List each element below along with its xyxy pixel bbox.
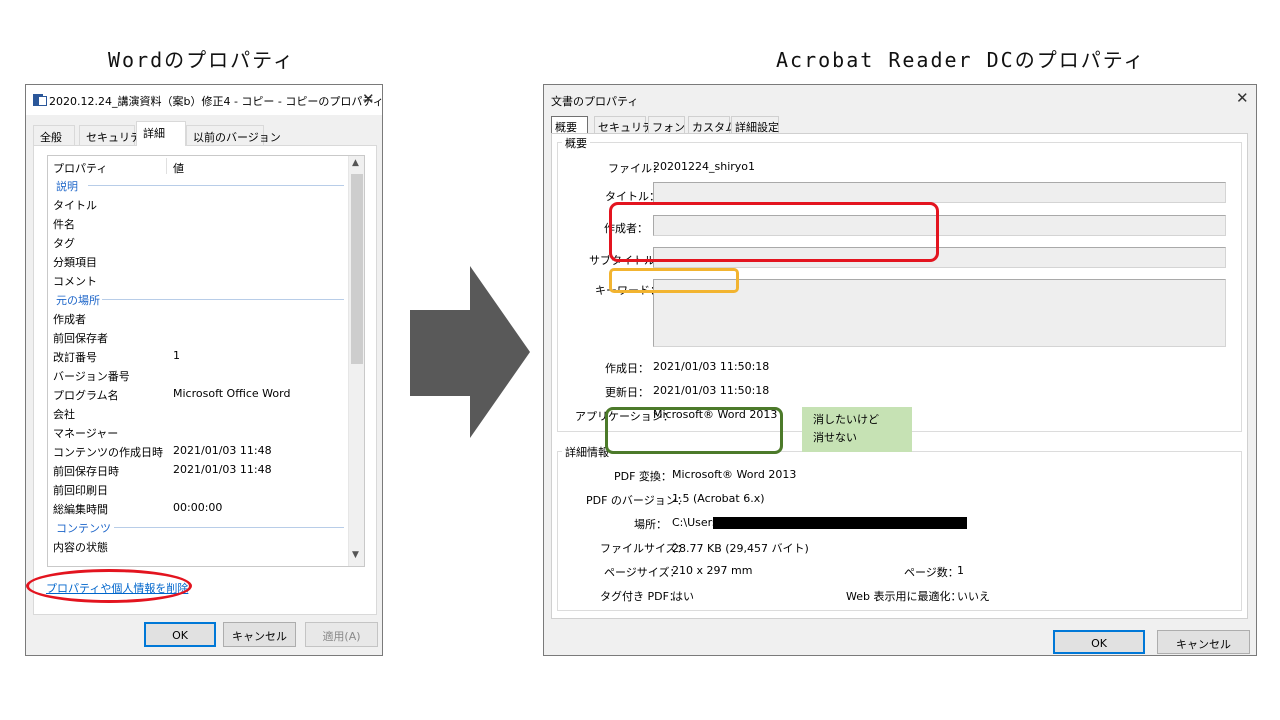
table-row[interactable]: マネージャー (48, 422, 348, 441)
modified-value: 2021/01/03 11:50:18 (653, 384, 770, 397)
table-row[interactable]: タグ (48, 232, 348, 251)
column-header-value[interactable]: 値 (173, 160, 184, 176)
producer-value: Microsoft® Word 2013 (672, 468, 797, 481)
tab-security[interactable]: セキュリティ (79, 125, 151, 145)
group-content: コンテンツ (48, 517, 348, 536)
arrow-right-icon (410, 266, 530, 438)
word-dialog-title: 2020.12.24_講演資料（案b）修正4 - コピー - コピーのプロパティ (49, 95, 384, 108)
table-row[interactable]: コメント (48, 270, 348, 289)
table-row[interactable]: 前回保存日時 2021/01/03 11:48 (48, 460, 348, 479)
acrobat-caption: Acrobat Reader DCのプロパティ (776, 48, 1146, 72)
chevron-down-icon[interactable]: ▼ (352, 550, 359, 560)
scrollbar-thumb[interactable] (351, 174, 363, 364)
group-divider (102, 299, 344, 300)
property-list-header: プロパティ 値 (48, 156, 348, 176)
tab-advanced[interactable]: 詳細設定 (731, 116, 779, 134)
vertical-scrollbar[interactable]: ▲ ▼ (348, 156, 364, 566)
table-row[interactable]: バージョン番号 (48, 365, 348, 384)
page-size-value: 210 x 297 mm (672, 564, 753, 577)
table-row[interactable]: プログラム名 Microsoft Office Word (48, 384, 348, 403)
apply-button[interactable]: 適用(A) (305, 622, 378, 647)
modified-label: 更新日： (605, 386, 649, 399)
page-count-value: 1 (957, 564, 964, 577)
note-line-1: 消したいけど (813, 413, 879, 426)
group-origin: 元の場所 (48, 289, 348, 308)
page-size-label: ページサイズ： (604, 566, 681, 579)
column-divider (166, 158, 167, 174)
chevron-up-icon[interactable]: ▲ (352, 158, 359, 168)
page-count-label: ページ数： (904, 566, 959, 579)
word-properties-dialog: 2020.12.24_講演資料（案b）修正4 - コピー - コピーのプロパティ… (25, 84, 384, 656)
word-caption: Wordのプロパティ (108, 48, 295, 72)
details-panel: プロパティ 値 説明 タイトル 件名 タグ 分類項目 コメント 元の場所 作成者… (33, 145, 377, 615)
tagged-pdf-value: はい (672, 590, 694, 603)
note-line-2: 消せない (813, 431, 857, 444)
producer-label: PDF 変換： (614, 470, 672, 483)
location-value: C:\Users (672, 516, 718, 529)
tab-details[interactable]: 詳細 (136, 121, 186, 146)
fast-web-view-label: Web 表示用に最適化： (846, 590, 962, 603)
ok-button[interactable]: OK (1053, 630, 1145, 654)
tab-previous-versions[interactable]: 以前のバージョン (186, 125, 281, 145)
table-row[interactable]: 内容の状態 (48, 536, 348, 555)
table-row[interactable]: 前回印刷日 (48, 479, 348, 498)
cancel-button[interactable]: キャンセル (1157, 630, 1250, 654)
acrobat-properties-dialog: 文書のプロパティ ✕ セキュリティ フォント カスタム 詳細設定 概要 ファイル… (543, 84, 1257, 656)
table-row[interactable]: 総編集時間 00:00:00 (48, 498, 348, 517)
word-document-icon (33, 94, 47, 106)
tab-general[interactable]: 全般 (33, 125, 75, 145)
ok-button[interactable]: OK (144, 622, 216, 647)
fast-web-view-value: いいえ (957, 590, 990, 603)
column-header-property[interactable]: プロパティ (53, 160, 107, 176)
property-list[interactable]: プロパティ 値 説明 タイトル 件名 タグ 分類項目 コメント 元の場所 作成者… (47, 155, 365, 567)
tagged-pdf-label: タグ付き PDF： (600, 590, 680, 603)
created-value: 2021/01/03 11:50:18 (653, 360, 770, 373)
tab-custom[interactable]: カスタム (688, 116, 736, 134)
annotation-note: 消したいけど 消せない (802, 407, 912, 452)
table-row[interactable]: 前回保存者 (48, 327, 348, 346)
file-size-value: 28.77 KB (29,457 バイト) (672, 542, 809, 555)
table-row[interactable]: 分類項目 (48, 251, 348, 270)
annotation-yellow-box (609, 268, 739, 293)
table-row[interactable]: タイトル (48, 194, 348, 213)
location-label: 場所： (634, 518, 667, 531)
table-row[interactable]: 作成者 (48, 308, 348, 327)
redaction-bar (713, 517, 967, 529)
tab-description[interactable]: 概要 (551, 116, 588, 134)
file-value: 20201224_shiryo1 (653, 160, 756, 173)
title-field[interactable] (653, 182, 1226, 203)
pdf-version-value: 1.5 (Acrobat 6.x) (672, 492, 765, 505)
close-icon[interactable]: ✕ (1236, 90, 1249, 106)
tab-fonts[interactable]: フォント (648, 116, 696, 134)
description-panel: 概要 ファイル： 20201224_shiryo1 タイトル： 作成者： サブタ… (551, 133, 1248, 619)
table-row[interactable]: 会社 (48, 403, 348, 422)
annotation-green-box (605, 407, 783, 454)
table-row[interactable]: 改訂番号 1 (48, 346, 348, 365)
word-titlebar: 2020.12.24_講演資料（案b）修正4 - コピー - コピーのプロパティ… (26, 85, 384, 115)
acrobat-dialog-title: 文書のプロパティ (551, 95, 639, 108)
summary-section-title: 概要 (562, 135, 590, 151)
table-row[interactable]: コンテンツの作成日時 2021/01/03 11:48 (48, 441, 348, 460)
annotation-red-oval (26, 569, 192, 603)
group-divider (114, 527, 344, 528)
tab-security[interactable]: セキュリティ (594, 116, 663, 134)
group-divider (88, 185, 344, 186)
annotation-red-box (609, 202, 939, 262)
cancel-button[interactable]: キャンセル (223, 622, 296, 647)
keywords-field[interactable] (653, 279, 1226, 347)
close-icon[interactable]: ✕ (362, 91, 375, 107)
group-description: 説明 (48, 175, 348, 194)
created-label: 作成日： (605, 362, 649, 375)
table-row[interactable]: 件名 (48, 213, 348, 232)
